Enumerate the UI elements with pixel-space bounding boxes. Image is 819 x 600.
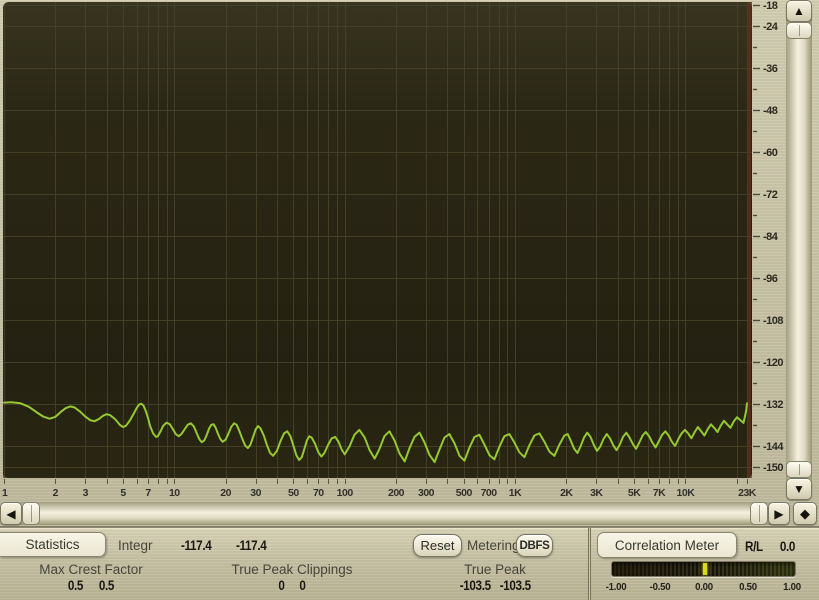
scroll-right-button[interactable]: ▶: [768, 502, 790, 525]
clippings-value-left: 0: [278, 577, 285, 594]
svg-text:5: 5: [120, 487, 126, 499]
svg-text:3: 3: [83, 487, 89, 499]
tab-correlation-meter[interactable]: Correlation Meter: [597, 532, 737, 558]
frequency-ruler-ticks: 1 2 3 5 7 10 20 30 50 70 100 200 300 500 700 1K 2K 3K 5K 7K…: [2, 479, 757, 499]
correlation-scale: -1.00 -0.50 0.00 0.50 1.00: [596, 581, 812, 593]
correlation-channel-button[interactable]: R/L: [745, 539, 763, 555]
svg-text:2K: 2K: [560, 487, 573, 499]
svg-text:20: 20: [220, 487, 231, 499]
integr-label: Integr: [118, 538, 153, 553]
svg-text:-60: -60: [763, 147, 778, 159]
svg-text:10K: 10K: [677, 487, 696, 499]
v-scroll-thumb-top[interactable]: [786, 22, 812, 39]
corner-diamond-button[interactable]: ◆: [793, 502, 817, 525]
svg-text:700: 700: [481, 487, 498, 499]
v-scroll-thumb-bottom[interactable]: [786, 461, 812, 478]
h-scrollbar[interactable]: ◀ ▶: [0, 502, 790, 525]
scroll-up-button[interactable]: ▲: [786, 0, 812, 22]
reset-button[interactable]: Reset: [413, 534, 462, 557]
correlation-meter-panel: Correlation Meter R/L 0.0 -1.00 -0.50 0.…: [591, 528, 819, 600]
h-scroll-thumb-left[interactable]: [22, 502, 40, 525]
h-scroll-thumb-right[interactable]: [750, 502, 768, 525]
true-peak-value-right: -103.5: [499, 577, 531, 594]
svg-text:-150: -150: [763, 462, 783, 474]
corr-scale-label: 1.00: [783, 581, 801, 593]
svg-text:7K: 7K: [653, 487, 666, 499]
max-crest-factor-label: Max Crest Factor: [39, 562, 143, 577]
svg-text:-144: -144: [763, 441, 784, 453]
clippings-value-right: 0: [299, 577, 306, 594]
svg-text:30: 30: [250, 487, 261, 499]
correlation-value: 0.0: [779, 538, 796, 555]
corr-scale-label: 0.50: [739, 581, 757, 593]
svg-text:-84: -84: [763, 231, 779, 243]
statistics-panel: Statistics Integr -117.4 -117.4 Reset Me…: [0, 528, 588, 600]
svg-text:-36: -36: [763, 63, 778, 75]
svg-text:100: 100: [337, 487, 354, 499]
max-crest-factor-stat: Max Crest Factor 0.5 0.5: [6, 562, 176, 593]
svg-text:200: 200: [388, 487, 405, 499]
integr-value-left: -117.4: [181, 537, 212, 554]
integr-value-right: -117.4: [236, 537, 267, 554]
corr-scale-label: 0.00: [695, 581, 713, 593]
spectrum-display[interactable]: [3, 2, 752, 478]
svg-text:500: 500: [456, 487, 473, 499]
svg-text:-120: -120: [763, 357, 783, 369]
svg-text:50: 50: [288, 487, 299, 499]
svg-text:300: 300: [418, 487, 435, 499]
true-peak-clippings-label: True Peak Clippings: [231, 562, 353, 577]
db-scale-ruler[interactable]: -18 -24 -36 -48 -60 -72 -84 -96 -108 -120 -132 -144…: [752, 0, 786, 500]
metering-label: Metering: [467, 538, 520, 553]
svg-text:-96: -96: [763, 273, 778, 285]
db-scale-ticks: -18 -24 -36 -48 -60 -72 -84 -96 -108 -120 -132 -144…: [753, 0, 785, 474]
svg-text:70: 70: [313, 487, 324, 499]
correlation-meter-bar: [611, 561, 796, 577]
svg-text:2: 2: [53, 487, 59, 499]
v-scrollbar[interactable]: ▲ ▼: [786, 0, 812, 500]
max-crest-value-right: 0.5: [98, 577, 115, 594]
true-peak-value-left: -103.5: [459, 577, 491, 594]
correlation-indicator: [702, 563, 707, 575]
tab-statistics[interactable]: Statistics: [0, 532, 106, 557]
svg-text:5K: 5K: [628, 487, 641, 499]
svg-text:1: 1: [2, 487, 8, 499]
max-crest-value-left: 0.5: [67, 577, 84, 594]
svg-text:-18: -18: [763, 0, 778, 12]
metering-mode-button[interactable]: DBFS: [516, 534, 553, 557]
svg-text:7: 7: [145, 487, 151, 499]
svg-text:-24: -24: [763, 21, 779, 33]
svg-text:-72: -72: [763, 189, 778, 201]
true-peak-clippings-stat: True Peak Clippings 0 0: [207, 562, 377, 593]
scroll-left-button[interactable]: ◀: [0, 502, 22, 525]
svg-text:1K: 1K: [509, 487, 522, 499]
svg-text:-108: -108: [763, 315, 783, 327]
corr-scale-label: -1.00: [605, 581, 627, 593]
spectrum-canvas: [3, 2, 752, 478]
bottom-panel: Statistics Integr -117.4 -117.4 Reset Me…: [0, 528, 819, 600]
h-scroll-track[interactable]: [40, 502, 750, 525]
svg-text:-48: -48: [763, 105, 778, 117]
plugin-window: 1 2 3 5 7 10 20 30 50 70 100 200 300 500 700 1K 2K 3K 5K 7K…: [0, 0, 819, 600]
frequency-ruler[interactable]: 1 2 3 5 7 10 20 30 50 70 100 200 300 500 700 1K 2K 3K 5K 7K…: [0, 478, 757, 501]
true-peak-label: True Peak: [464, 562, 526, 577]
svg-text:3K: 3K: [590, 487, 603, 499]
scroll-down-button[interactable]: ▼: [786, 478, 812, 500]
svg-text:10: 10: [169, 487, 180, 499]
svg-text:-132: -132: [763, 399, 783, 411]
true-peak-stat: True Peak -103.5 -103.5: [410, 562, 580, 593]
corr-scale-label: -0.50: [649, 581, 671, 593]
v-scroll-track[interactable]: [786, 39, 812, 461]
